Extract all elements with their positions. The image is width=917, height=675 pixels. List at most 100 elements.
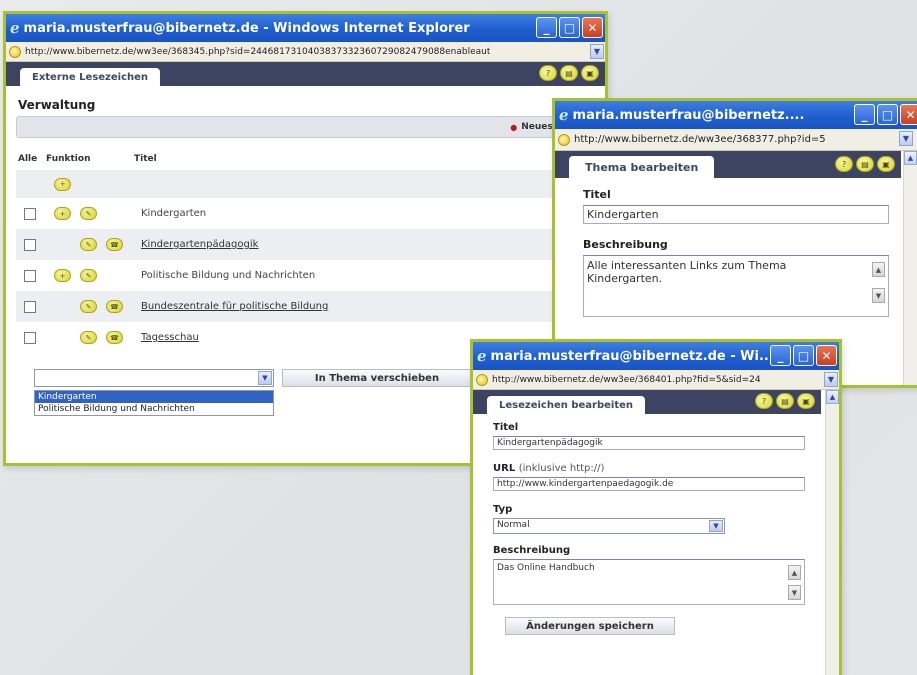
tab-external-bookmarks[interactable]: Externe Lesezeichen bbox=[20, 68, 161, 86]
address-dropdown-button[interactable]: ▼ bbox=[824, 372, 838, 387]
add-bookmark-icon[interactable]: + bbox=[54, 177, 71, 191]
url-hint: (inklusive http://) bbox=[518, 463, 605, 474]
scroll-down-icon[interactable]: ▼ bbox=[788, 585, 801, 600]
address-bar[interactable]: http://www.bibernetz.de/ww3ee/368377.php… bbox=[555, 129, 917, 151]
close-button[interactable]: ✕ bbox=[816, 345, 837, 366]
row-checkbox[interactable] bbox=[24, 300, 36, 313]
window-title: maria.musterfrau@bibernetz.... bbox=[572, 107, 805, 123]
chevron-down-icon[interactable]: ▼ bbox=[709, 520, 723, 532]
bookmark-link[interactable]: Bundeszentrale für politische Bildung bbox=[141, 301, 328, 312]
minimize-button[interactable]: _ bbox=[854, 104, 875, 125]
tab-edit-bookmark[interactable]: Lesezeichen bearbeiten bbox=[487, 396, 646, 414]
chevron-down-icon[interactable]: ▼ bbox=[258, 371, 272, 385]
bookmark-link[interactable]: Kindergartenpädagogik bbox=[141, 239, 258, 250]
ie-logo-icon: ℯ bbox=[559, 106, 569, 124]
theme-title: Kindergarten bbox=[141, 208, 207, 219]
theme-title: Politische Bildung und Nachrichten bbox=[141, 270, 316, 281]
dropdown-option[interactable]: Politische Bildung und Nachrichten bbox=[35, 403, 273, 415]
edit-pencil-icon[interactable]: ✎ bbox=[80, 331, 97, 344]
title-input[interactable]: Kindergartenpädagogik bbox=[493, 436, 805, 450]
window-titlebar[interactable]: ℯ maria.musterfrau@bibernetz.de - Window… bbox=[6, 14, 605, 42]
window-titlebar[interactable]: ℯ maria.musterfrau@bibernetz.... _ □ ✕ bbox=[555, 101, 917, 129]
type-select-value: Normal bbox=[497, 520, 530, 530]
address-dropdown-button[interactable]: ▼ bbox=[899, 131, 913, 146]
theme-select[interactable]: ▼ bbox=[34, 369, 274, 387]
add-bookmark-icon[interactable]: + bbox=[54, 269, 71, 282]
section-heading: Verwaltung bbox=[18, 98, 96, 112]
tab-strip: Externe Lesezeichen ? ▤ ▣ bbox=[6, 62, 605, 86]
table-header: Alle Funktion Titel bbox=[18, 154, 595, 164]
edit-pencil-icon[interactable]: ✎ bbox=[80, 269, 97, 282]
scroll-up-icon[interactable]: ▲ bbox=[872, 262, 885, 277]
table-row: ✎ ☎ Bundeszentrale für politische Bildun… bbox=[16, 291, 595, 322]
table-row-new: + bbox=[16, 170, 595, 198]
scroll-down-icon[interactable]: ▼ bbox=[872, 288, 885, 303]
description-label: Beschreibung bbox=[493, 545, 571, 556]
column-header-all[interactable]: Alle bbox=[18, 154, 46, 164]
type-label: Typ bbox=[493, 504, 513, 515]
title-label: Titel bbox=[583, 188, 611, 201]
close-panel-icon[interactable]: ▣ bbox=[581, 65, 599, 81]
type-select[interactable]: Normal ▼ bbox=[493, 518, 725, 534]
dropdown-option[interactable]: Kindergarten bbox=[35, 391, 273, 403]
bookmark-link[interactable]: Tagesschau bbox=[141, 332, 199, 343]
scroll-up-icon[interactable]: ▲ bbox=[904, 151, 917, 165]
scroll-up-icon[interactable]: ▲ bbox=[826, 390, 839, 404]
edit-pencil-icon[interactable]: ✎ bbox=[80, 300, 97, 313]
edit-pencil-icon[interactable]: ✎ bbox=[80, 238, 97, 251]
page-icon bbox=[558, 133, 570, 146]
row-checkbox[interactable] bbox=[24, 331, 36, 344]
row-checkbox[interactable] bbox=[24, 238, 36, 251]
new-item-icon: ● bbox=[510, 122, 518, 132]
minimize-button[interactable]: _ bbox=[536, 17, 557, 38]
table-row: + ✎ Politische Bildung und Nachrichten bbox=[16, 260, 595, 291]
window-titlebar[interactable]: ℯ maria.musterfrau@bibernetz.de - Wi... … bbox=[473, 342, 839, 370]
address-url: http://www.bibernetz.de/ww3ee/368401.php… bbox=[492, 374, 761, 385]
save-changes-button[interactable]: Änderungen speichern bbox=[505, 617, 675, 635]
column-header-title: Titel bbox=[134, 154, 157, 164]
row-checkbox[interactable] bbox=[24, 269, 36, 282]
table-row: + ✎ Kindergarten bbox=[16, 198, 595, 229]
window-title: maria.musterfrau@bibernetz.de - Wi... bbox=[490, 348, 774, 364]
move-to-theme-button[interactable]: In Thema verschieben bbox=[282, 369, 472, 387]
toolbar: ● Neues Thema bbox=[16, 116, 595, 138]
tab-edit-theme[interactable]: Thema bearbeiten bbox=[569, 156, 715, 178]
maximize-button[interactable]: □ bbox=[793, 345, 814, 366]
description-textarea[interactable]: Das Online Handbuch ▲ ▼ bbox=[493, 559, 805, 605]
url-label-text: URL bbox=[493, 463, 516, 474]
scroll-up-icon[interactable]: ▲ bbox=[788, 565, 801, 580]
address-bar[interactable]: http://www.bibernetz.de/ww3ee/368401.php… bbox=[473, 370, 839, 390]
ie-logo-icon: ℯ bbox=[477, 347, 487, 365]
help-icon[interactable]: ? bbox=[835, 156, 853, 172]
close-panel-icon[interactable]: ▣ bbox=[877, 156, 895, 172]
print-icon[interactable]: ▤ bbox=[776, 393, 794, 409]
add-bookmark-icon[interactable]: + bbox=[54, 207, 71, 220]
row-checkbox[interactable] bbox=[24, 207, 36, 220]
url-input[interactable]: http://www.kindergartenpaedagogik.de bbox=[493, 477, 805, 491]
page-icon bbox=[476, 373, 488, 386]
bookmark-icon[interactable]: ☎ bbox=[106, 238, 123, 251]
close-button[interactable]: ✕ bbox=[582, 17, 603, 38]
address-url: http://www.bibernetz.de/ww3ee/368345.php… bbox=[25, 46, 491, 57]
print-icon[interactable]: ▤ bbox=[560, 65, 578, 81]
maximize-button[interactable]: □ bbox=[877, 104, 898, 125]
bookmark-icon[interactable]: ☎ bbox=[106, 331, 123, 344]
url-label: URL (inklusive http://) bbox=[493, 463, 809, 474]
address-dropdown-button[interactable]: ▼ bbox=[590, 44, 604, 59]
close-panel-icon[interactable]: ▣ bbox=[797, 393, 815, 409]
tab-strip: Lesezeichen bearbeiten ? ▤ ▣ bbox=[473, 390, 821, 414]
help-icon[interactable]: ? bbox=[539, 65, 557, 81]
description-textarea[interactable]: Alle interessanten Links zum Thema Kinde… bbox=[583, 255, 889, 317]
address-bar[interactable]: http://www.bibernetz.de/ww3ee/368345.php… bbox=[6, 42, 605, 62]
title-input[interactable]: Kindergarten bbox=[583, 205, 889, 224]
maximize-button[interactable]: □ bbox=[559, 17, 580, 38]
edit-pencil-icon[interactable]: ✎ bbox=[80, 207, 97, 220]
page-icon bbox=[9, 45, 21, 58]
bookmark-icon[interactable]: ☎ bbox=[106, 300, 123, 313]
minimize-button[interactable]: _ bbox=[770, 345, 791, 366]
theme-dropdown-list[interactable]: Kindergarten Politische Bildung und Nach… bbox=[34, 390, 274, 416]
close-button[interactable]: ✕ bbox=[900, 104, 917, 125]
help-icon[interactable]: ? bbox=[755, 393, 773, 409]
tab-strip: Thema bearbeiten ? ▤ ▣ bbox=[555, 151, 901, 178]
print-icon[interactable]: ▤ bbox=[856, 156, 874, 172]
